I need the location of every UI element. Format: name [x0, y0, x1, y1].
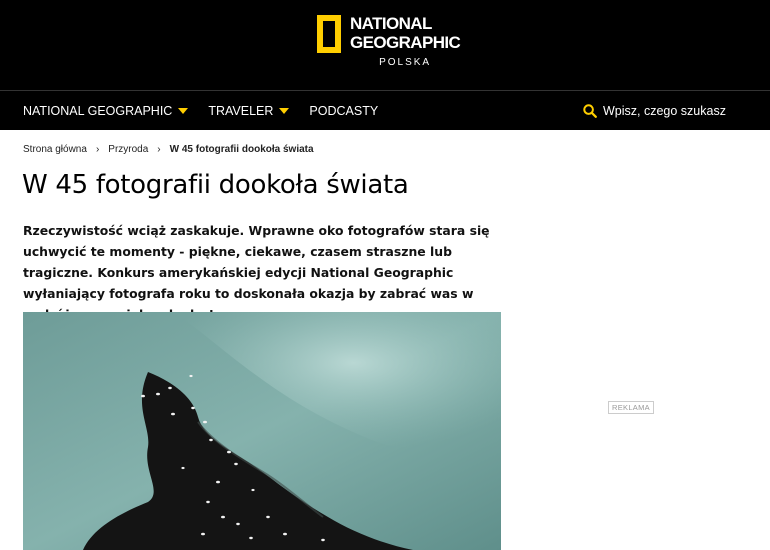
- nav-item-label: NATIONAL GEOGRAPHIC: [23, 104, 173, 118]
- caret-down-icon: [279, 108, 290, 114]
- caret-down-icon: [178, 108, 189, 114]
- logo-subtitle: POLSKA: [379, 57, 432, 68]
- search-icon[interactable]: [583, 104, 597, 118]
- breadcrumb-current: W 45 fotografii dookoła świata: [169, 144, 314, 155]
- search-box[interactable]: [583, 91, 753, 131]
- nav-item-podcasty[interactable]: PODCASTY: [309, 104, 378, 118]
- breadcrumb-przyroda[interactable]: Przyroda: [108, 144, 148, 155]
- breadcrumb-separator: ›: [157, 144, 161, 155]
- logo-line-1: NATIONAL: [350, 14, 432, 33]
- logo-line-2: GEOGRAPHIC: [350, 33, 461, 52]
- search-input[interactable]: [603, 104, 753, 118]
- breadcrumb-home[interactable]: Strona główna: [23, 144, 87, 155]
- site-logo[interactable]: NATIONAL GEOGRAPHIC POLSKA: [317, 14, 461, 70]
- logo-text: NATIONAL GEOGRAPHIC POLSKA: [350, 14, 461, 68]
- logo-yellow-frame: [317, 15, 341, 53]
- breadcrumb: Strona główna › Przyroda › W 45 fotograf…: [23, 144, 314, 155]
- ad-label: REKLAMA: [608, 401, 654, 414]
- article-title: W 45 fotografii dookoła świata: [22, 170, 409, 200]
- breadcrumb-separator: ›: [95, 144, 100, 155]
- nav-item-label: TRAVELER: [208, 104, 274, 118]
- ad-sidebar: [516, 166, 770, 550]
- nav-item-traveler[interactable]: TRAVELER: [208, 104, 290, 118]
- nav-item-national-geographic[interactable]: NATIONAL GEOGRAPHIC: [23, 104, 189, 118]
- main-nav: NATIONAL GEOGRAPHIC TRAVELER PODCASTY: [0, 90, 770, 130]
- article-lead: Rzeczywistość wciąż zaskakuje. Wprawne o…: [23, 223, 490, 322]
- article-photo[interactable]: [23, 312, 501, 550]
- top-header: NATIONAL GEOGRAPHIC POLSKA: [0, 0, 770, 90]
- aerial-photo-image: [23, 312, 501, 550]
- nav-menu: NATIONAL GEOGRAPHIC TRAVELER PODCASTY: [23, 91, 398, 131]
- nav-item-label: PODCASTY: [309, 104, 379, 118]
